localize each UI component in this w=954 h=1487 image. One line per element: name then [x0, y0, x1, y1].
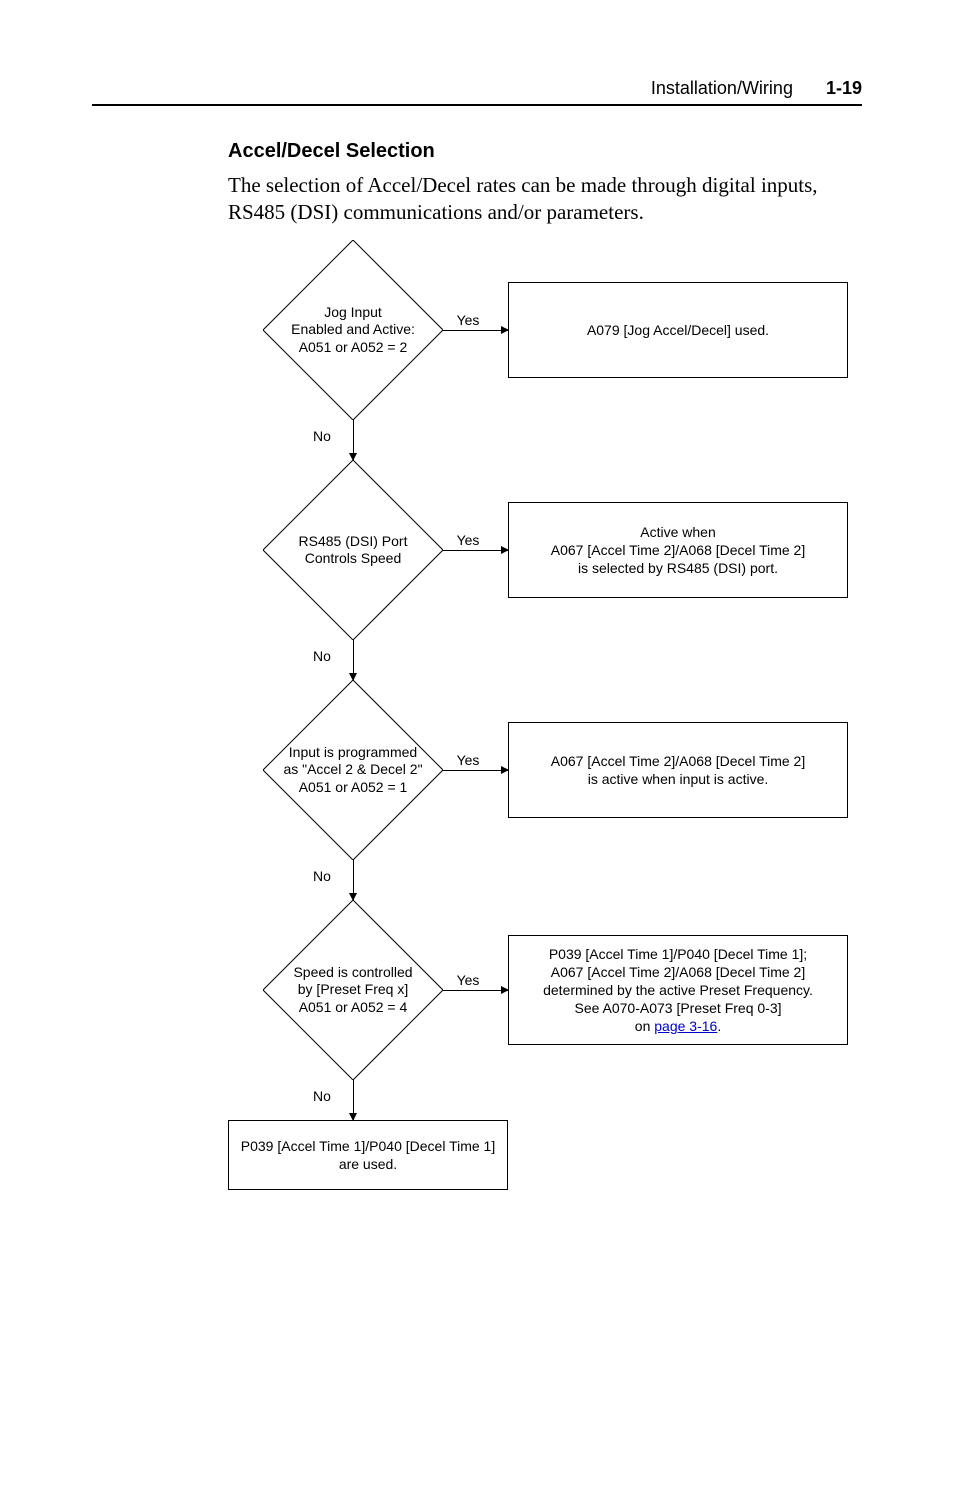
header-rule	[92, 104, 862, 106]
edge-label-no: No	[313, 1088, 331, 1104]
arrow-down-icon	[353, 420, 354, 460]
body-paragraph: The selection of Accel/Decel rates can b…	[228, 172, 862, 227]
edge-label-yes: Yes	[453, 752, 483, 768]
section-title: Accel/Decel Selection	[228, 140, 435, 163]
header-section: Installation/Wiring	[651, 78, 793, 98]
decision-jog-input: Jog InputEnabled and Active:A051 or A052…	[263, 240, 443, 420]
process-preset-freq: P039 [Accel Time 1]/P040 [Decel Time 1];…	[508, 935, 848, 1045]
decision-preset-freq: Speed is controlledby [Preset Freq x]A05…	[263, 900, 443, 1080]
process-accel2: A067 [Accel Time 2]/A068 [Decel Time 2]i…	[508, 722, 848, 818]
period: .	[717, 1018, 721, 1034]
page-header: Installation/Wiring 1-19	[651, 78, 862, 99]
edge-label-no: No	[313, 868, 331, 884]
arrow-right-icon	[443, 770, 508, 771]
decision-rs485-text: RS485 (DSI) PortControls Speed	[263, 460, 443, 640]
arrow-down-icon	[353, 860, 354, 900]
arrow-right-icon	[443, 990, 508, 991]
edge-label-yes: Yes	[453, 532, 483, 548]
edge-label-no: No	[313, 648, 331, 664]
arrow-down-icon	[353, 1080, 354, 1120]
process-a079: A079 [Jog Accel/Decel] used.	[508, 282, 848, 378]
flowchart: Jog InputEnabled and Active:A051 or A052…	[228, 240, 888, 1230]
decision-accel2-input-text: Input is programmedas "Accel 2 & Decel 2…	[263, 680, 443, 860]
edge-label-no: No	[313, 428, 331, 444]
edge-label-yes: Yes	[453, 972, 483, 988]
arrow-down-icon	[353, 640, 354, 680]
process-rs485: Active whenA067 [Accel Time 2]/A068 [Dec…	[508, 502, 848, 598]
process-default: P039 [Accel Time 1]/P040 [Decel Time 1]a…	[228, 1120, 508, 1190]
link-page-3-16[interactable]: page 3-16	[654, 1018, 717, 1034]
arrow-right-icon	[443, 330, 508, 331]
edge-label-yes: Yes	[453, 312, 483, 328]
decision-rs485: RS485 (DSI) PortControls Speed	[263, 460, 443, 640]
decision-preset-freq-text: Speed is controlledby [Preset Freq x]A05…	[263, 900, 443, 1080]
arrow-right-icon	[443, 550, 508, 551]
decision-jog-input-text: Jog InputEnabled and Active:A051 or A052…	[263, 240, 443, 420]
decision-accel2-input: Input is programmedas "Accel 2 & Decel 2…	[263, 680, 443, 860]
page-number: 1-19	[826, 78, 862, 98]
